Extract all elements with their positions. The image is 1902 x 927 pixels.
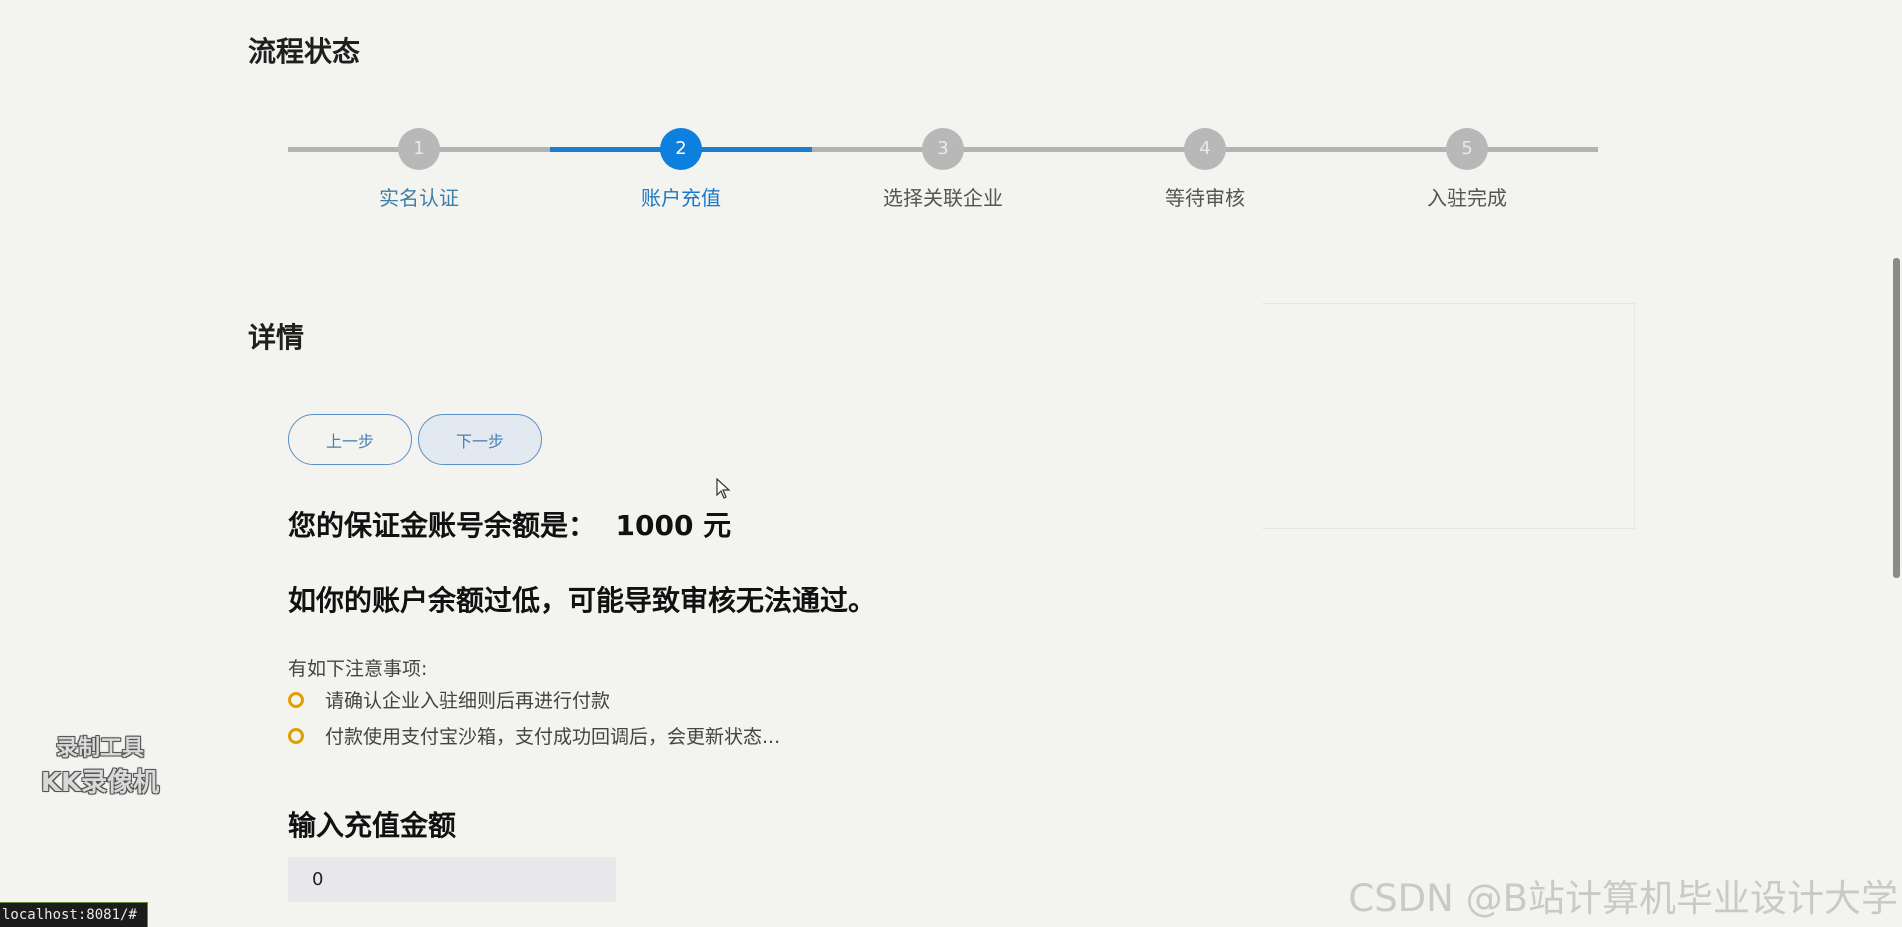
note-item: 付款使用支付宝沙箱，支付成功回调后，会更新状态...	[288, 724, 780, 750]
circle-outline-icon	[288, 692, 304, 708]
steps-indicator: 1 实名认证 2 账户充值 3 选择关联企业 4 等待审核 5 入驻完成	[288, 120, 1598, 220]
step-2: 2 账户充值	[550, 120, 812, 211]
step-5: 5 入驻完成	[1336, 120, 1598, 211]
step-number: 5	[1446, 128, 1488, 170]
detail-side-panel	[1262, 303, 1635, 529]
recharge-title: 输入充值金额	[288, 809, 457, 842]
note-text: 付款使用支付宝沙箱，支付成功回调后，会更新状态...	[325, 726, 781, 748]
recharge-amount-input[interactable]	[288, 857, 616, 902]
circle-outline-icon	[288, 728, 304, 744]
step-label: 账户充值	[641, 186, 721, 210]
step-number: 4	[1184, 128, 1226, 170]
balance-text: 您的保证金账号余额是： 1000 元	[288, 509, 732, 542]
step-label: 选择关联企业	[883, 186, 1003, 210]
step-number: 1	[398, 128, 440, 170]
recorder-watermark-line2: KK录像机	[40, 768, 160, 798]
step-number: 3	[922, 128, 964, 170]
process-status-title: 流程状态	[248, 35, 361, 68]
step-label: 入驻完成	[1427, 186, 1507, 210]
step-label: 等待审核	[1165, 186, 1245, 210]
low-balance-warning: 如你的账户余额过低，可能导致审核无法通过。	[288, 584, 877, 617]
detail-title: 详情	[248, 321, 305, 354]
recorder-watermark: 录制工具 KK录像机	[30, 730, 170, 799]
notes-title: 有如下注意事项:	[288, 658, 428, 680]
recorder-watermark-line1: 录制工具	[55, 736, 144, 761]
note-item: 请确认企业入驻细则后再进行付款	[288, 688, 610, 714]
prev-step-button[interactable]: 上一步	[288, 414, 412, 465]
step-number: 2	[660, 128, 702, 170]
step-4: 4 等待审核	[1074, 120, 1336, 211]
mouse-pointer-icon	[716, 478, 731, 499]
note-text: 请确认企业入驻细则后再进行付款	[325, 690, 611, 712]
step-3: 3 选择关联企业	[812, 120, 1074, 211]
csdn-watermark: CSDN @B站计算机毕业设计大学	[1348, 877, 1898, 920]
browser-status-url: localhost:8081/#	[0, 902, 148, 927]
step-1: 1 实名认证	[288, 120, 550, 211]
step-label: 实名认证	[379, 186, 459, 210]
next-step-button[interactable]: 下一步	[418, 414, 542, 465]
page-scrollbar[interactable]	[1893, 258, 1900, 578]
